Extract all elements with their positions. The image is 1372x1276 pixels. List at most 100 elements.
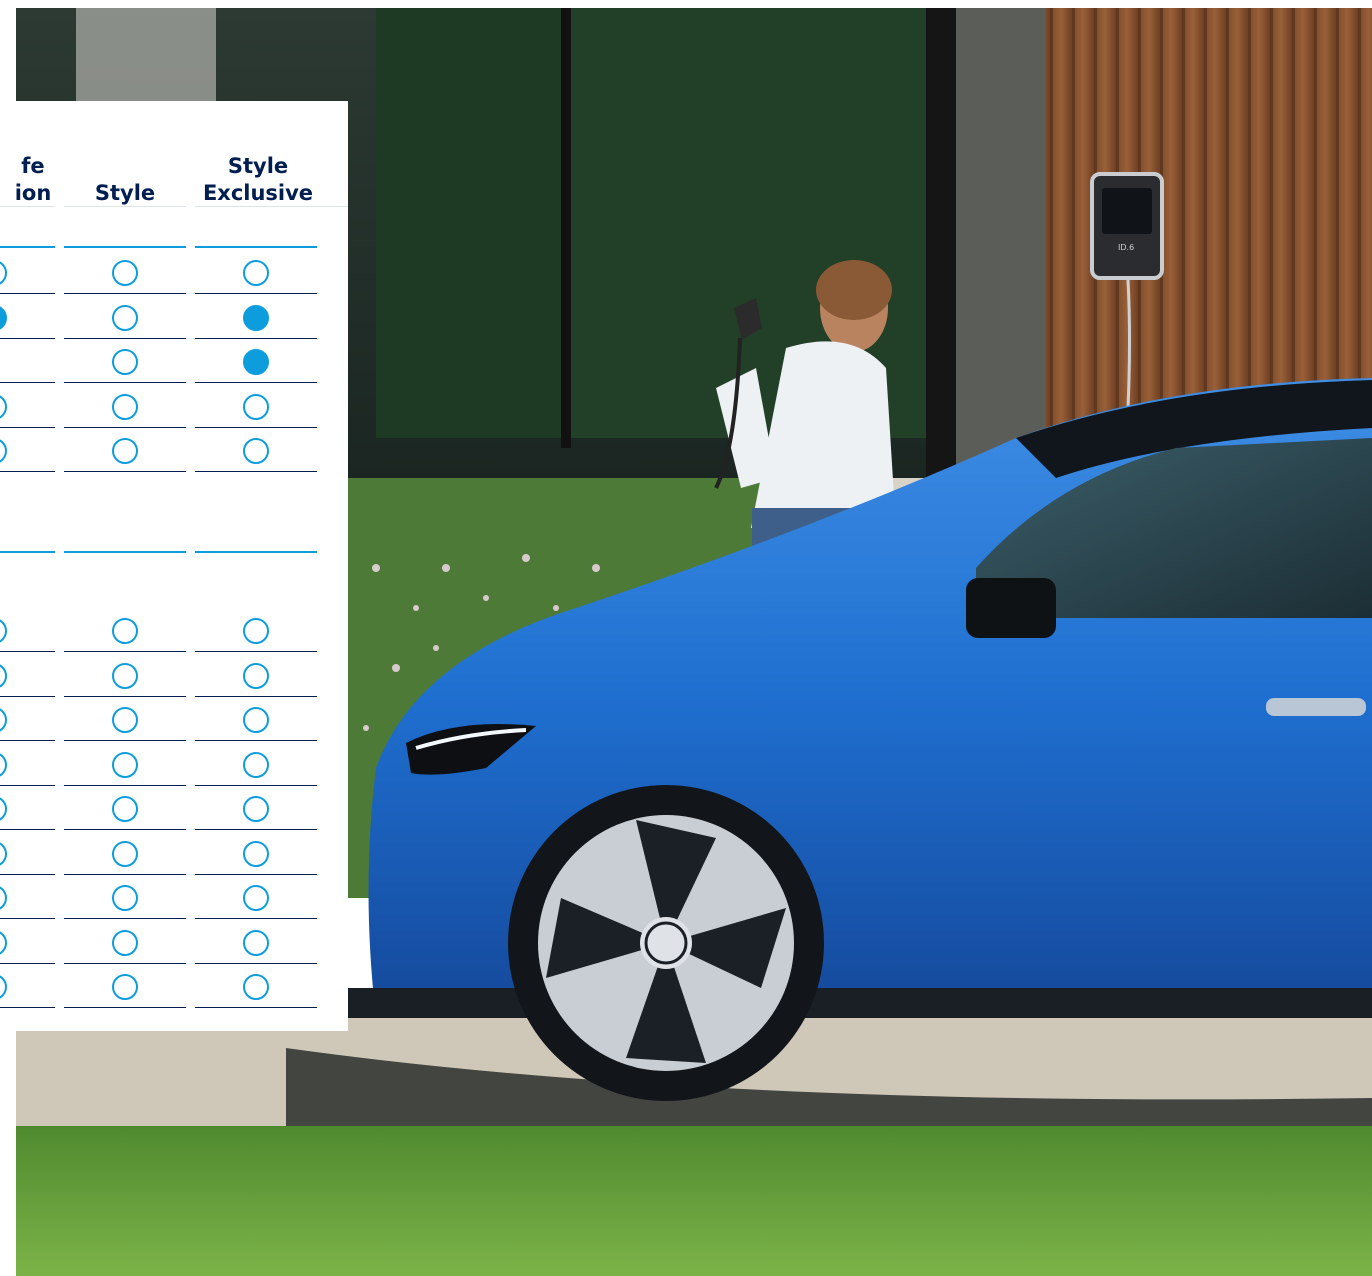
row-divider [195,784,317,786]
row-divider [64,962,186,964]
row-divider [0,426,55,428]
header-divider [64,206,186,207]
option-radio[interactable] [0,438,7,464]
row-divider [64,873,186,875]
option-radio-selected[interactable] [243,349,269,375]
row-divider [0,337,55,339]
row-divider [0,651,55,652]
wallbox-label: ID.6 [1118,243,1134,252]
row-divider [195,962,317,964]
row-divider [64,651,186,652]
row-divider [195,829,317,830]
option-radio[interactable] [0,751,7,778]
option-radio[interactable] [112,974,138,1000]
row-divider [195,426,317,428]
option-radio[interactable] [243,796,269,822]
option-radio[interactable] [112,796,138,822]
section-divider [195,246,317,248]
row-divider [0,829,55,830]
row-divider [195,651,317,652]
header-divider [0,206,55,207]
row-divider [0,962,55,964]
option-radio[interactable] [0,885,7,911]
section-divider [0,551,55,553]
column-header-line: fe [21,154,45,178]
column-header-style-exclusive: Style Exclusive [195,145,321,207]
option-radio[interactable] [243,885,269,911]
option-radio[interactable] [243,393,269,420]
row-divider [0,784,55,786]
row-divider [195,873,317,875]
option-radio[interactable] [112,618,138,644]
row-divider [64,695,186,697]
option-radio[interactable] [0,929,7,956]
option-radio[interactable] [112,840,138,867]
row-divider [0,471,55,472]
row-divider [64,918,186,919]
option-radio-selected[interactable] [243,304,269,331]
option-radio[interactable] [0,393,7,420]
row-divider [64,829,186,830]
option-radio[interactable] [243,618,269,644]
row-divider [64,740,186,741]
row-divider [195,382,317,383]
option-radio[interactable] [112,929,138,956]
trim-comparison-panel: fe ion Style Style Exclusive [0,101,348,1031]
row-divider [195,293,317,294]
row-divider [195,1007,317,1008]
vw-logo-icon [640,917,692,969]
option-radio[interactable] [243,662,269,689]
option-radio[interactable] [112,438,138,464]
row-divider [64,337,186,339]
row-divider [64,1007,186,1008]
row-divider [0,695,55,697]
option-radio[interactable] [0,974,7,1000]
row-divider [64,471,186,472]
option-radio[interactable] [112,707,138,733]
row-divider [0,382,55,383]
option-radio[interactable] [112,662,138,689]
row-divider [0,1007,55,1008]
option-radio[interactable] [112,885,138,911]
option-radio[interactable] [243,260,269,286]
option-radio[interactable] [112,751,138,778]
row-divider [64,293,186,294]
section-divider [64,246,186,248]
section-divider [64,551,186,553]
option-radio[interactable] [243,751,269,778]
section-divider [195,551,317,553]
row-divider [0,293,55,294]
row-divider [0,740,55,741]
row-divider [64,784,186,786]
column-header-line: Style [227,154,289,178]
option-radio[interactable] [243,974,269,1000]
option-radio[interactable] [0,840,7,867]
option-radio[interactable] [112,349,138,375]
column-header-line: Exclusive [202,181,314,205]
section-divider [0,246,55,248]
option-radio[interactable] [243,438,269,464]
option-radio[interactable] [112,304,138,331]
option-radio[interactable] [0,618,7,644]
row-divider [195,471,317,472]
option-radio-selected[interactable] [0,304,7,331]
option-radio[interactable] [0,260,7,286]
header-divider [195,206,348,207]
option-radio[interactable] [0,707,7,733]
row-divider [195,740,317,741]
option-radio[interactable] [243,840,269,867]
column-header-line: ion [14,181,52,205]
row-divider [195,695,317,697]
column-header-line: Style [94,181,156,205]
row-divider [0,873,55,875]
row-divider [195,918,317,919]
column-header-style: Style [64,145,186,207]
option-radio[interactable] [112,393,138,420]
option-radio[interactable] [243,707,269,733]
option-radio[interactable] [0,796,7,822]
option-radio[interactable] [0,662,7,689]
row-divider [64,426,186,428]
row-divider [64,382,186,383]
option-radio[interactable] [243,929,269,956]
option-radio[interactable] [112,260,138,286]
